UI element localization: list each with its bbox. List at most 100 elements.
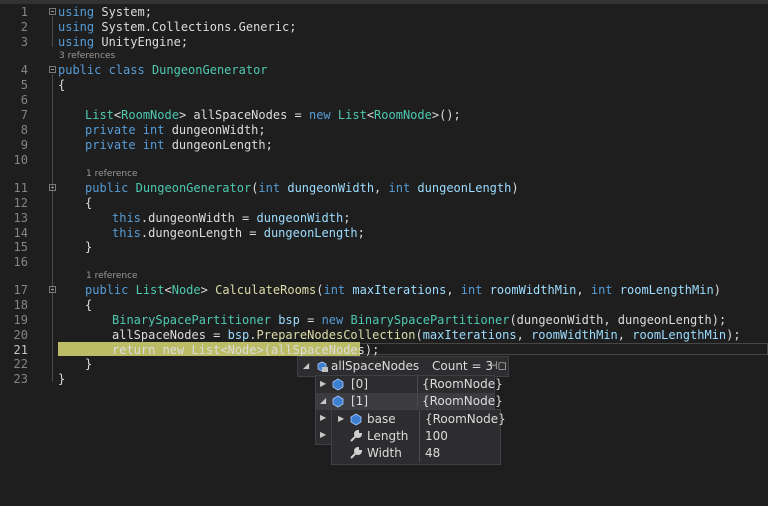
code-token: return new List<Node>(allSpaceNodes);	[112, 343, 380, 357]
expand-triangle-icon[interactable]: ▶	[338, 414, 344, 423]
code-token: ,	[516, 328, 532, 342]
datatip-nested: ▶ base {RoomNode} Length 100 Width 48	[331, 409, 506, 465]
code-token: ,	[617, 328, 633, 342]
line-number: 7	[20, 108, 28, 122]
code-token: dungeonLength	[263, 226, 358, 240]
object-icon	[332, 395, 344, 408]
codelens-constructor-references[interactable]: 1 reference	[86, 168, 138, 180]
line-number: 23	[13, 372, 28, 386]
expand-triangle-icon[interactable]: ▶	[320, 413, 326, 422]
code-line[interactable]: }	[85, 240, 92, 254]
code-token: PrepareNodesCollection	[256, 328, 416, 342]
code-token: roomLengthMin	[632, 328, 727, 342]
datatip-row[interactable]: ▶ [0] {RoomNode}	[316, 376, 503, 393]
member-name: base	[367, 412, 396, 426]
code-token: bsp	[278, 313, 300, 327]
code-token: }	[85, 240, 93, 254]
line-number: 11	[13, 181, 28, 195]
datatip-row-selected[interactable]: ◢ [1] {RoomNode}	[316, 393, 503, 410]
collapse-usings-toggle[interactable]	[49, 8, 56, 15]
current-code-line[interactable]: return new List<Node>(allSpaceNodes);	[112, 343, 379, 357]
datatip-row[interactable]: Width 48	[332, 445, 500, 462]
line-number: 14	[13, 226, 28, 240]
code-line[interactable]: public DungeonGenerator(int dungeonWidth…	[85, 181, 519, 195]
code-token: maxIterations	[352, 283, 447, 297]
column-separator	[419, 428, 420, 445]
object-icon	[332, 378, 344, 391]
code-line[interactable]: public List<Node> CalculateRooms(int max…	[85, 283, 721, 297]
line-number: 6	[20, 93, 28, 107]
code-line[interactable]: private int dungeonLength;	[85, 138, 273, 152]
collapse-method-toggle[interactable]	[49, 286, 56, 293]
current-line-number: 21	[13, 343, 28, 357]
code-token: int	[388, 181, 411, 195]
line-number: 5	[20, 78, 28, 92]
code-token: bsp	[227, 328, 250, 342]
column-separator	[419, 445, 420, 462]
collapse-class-toggle[interactable]	[49, 66, 56, 73]
code-token: using	[58, 35, 95, 49]
pin-icon[interactable]: ⊣◻	[488, 359, 507, 372]
code-token: int	[590, 283, 613, 297]
code-token: ;	[343, 211, 351, 225]
code-token: BinarySpacePartitioner	[350, 313, 510, 327]
code-token: }	[58, 372, 66, 386]
code-line[interactable]: }	[85, 357, 92, 371]
code-line[interactable]: public class DungeonGenerator	[58, 63, 268, 77]
code-token: <	[164, 283, 172, 297]
codelens-method-references[interactable]: 1 reference	[86, 270, 138, 282]
line-number: 8	[20, 123, 28, 137]
code-token: > allSpaceNodes =	[178, 108, 309, 122]
member-value: 48	[425, 446, 441, 460]
code-token: (dungeonWidth, dungeonLength);	[509, 313, 727, 327]
code-line[interactable]: private int dungeonWidth;	[85, 123, 266, 137]
code-token: RoomNode	[121, 108, 179, 122]
codelens-class-references[interactable]: 3 references	[59, 50, 115, 62]
code-line[interactable]: {	[85, 196, 92, 210]
code-token: System;	[94, 5, 152, 19]
code-line[interactable]: using System.Collections.Generic;	[58, 20, 296, 34]
fold-guide	[52, 16, 53, 47]
code-token: List	[135, 283, 165, 297]
code-line[interactable]: }	[58, 372, 65, 386]
code-line[interactable]: {	[85, 298, 92, 312]
code-token: >	[200, 283, 216, 297]
collapse-triangle-icon[interactable]: ◢	[303, 361, 309, 370]
code-line[interactable]: this.dungeonWidth = dungeonWidth;	[112, 211, 350, 225]
code-line[interactable]: BinarySpacePartitioner bsp = new BinaryS…	[112, 313, 726, 327]
datatip-row[interactable]: Length 100	[332, 428, 500, 445]
column-separator	[417, 376, 418, 393]
code-token: using	[58, 20, 95, 34]
expand-triangle-icon[interactable]: ▶	[320, 379, 326, 388]
code-token: RoomNode	[374, 108, 432, 122]
code-line[interactable]: List<RoomNode> allSpaceNodes = new List<…	[85, 108, 461, 122]
code-line[interactable]: using UnityEngine;	[58, 35, 188, 49]
line-number: 9	[20, 138, 28, 152]
code-token: ;	[357, 226, 365, 240]
line-number: 15	[13, 240, 28, 254]
code-token: DungeonGenerator	[135, 181, 252, 195]
code-line[interactable]: this.dungeonLength = dungeonLength;	[112, 226, 365, 240]
code-token: {	[85, 196, 93, 210]
top-strip	[0, 0, 768, 4]
collapse-triangle-icon[interactable]: ◢	[320, 396, 326, 405]
code-token: this	[112, 211, 141, 225]
expand-triangle-icon[interactable]: ▶	[320, 430, 326, 439]
code-line[interactable]: allSpaceNodes = bsp.PrepareNodesCollecti…	[112, 328, 741, 342]
code-line[interactable]: using System;	[58, 5, 152, 19]
code-token: BinarySpacePartitioner	[112, 313, 271, 327]
code-line[interactable]: {	[58, 78, 65, 92]
datatip-row[interactable]: ▶ base {RoomNode}	[332, 411, 506, 428]
line-number: 1	[20, 5, 28, 19]
collapse-constructor-toggle[interactable]	[49, 184, 56, 191]
code-token: dungeonWidth	[256, 211, 344, 225]
item-value: {RoomNode}	[422, 377, 503, 391]
member-value: {RoomNode}	[425, 412, 506, 426]
line-number: 10	[13, 153, 28, 167]
datatip-header[interactable]: ◢ allSpaceNodes Count = 3 ⊣◻	[297, 356, 509, 377]
